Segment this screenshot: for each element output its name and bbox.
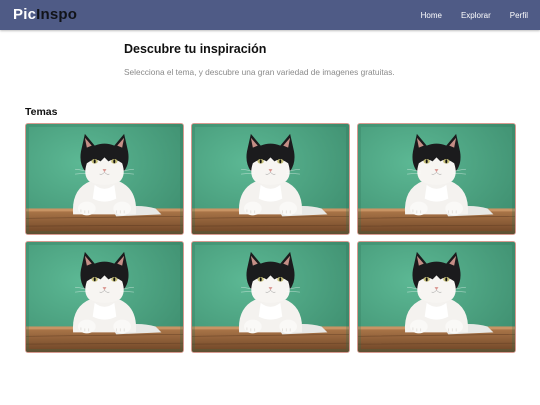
topic-card[interactable] [357, 241, 516, 353]
topic-card[interactable] [25, 241, 184, 353]
topic-card[interactable] [25, 123, 184, 235]
cat-photo [358, 124, 515, 234]
cat-photo [192, 242, 349, 352]
nav-links: Home Explorar Perfil [402, 0, 528, 30]
cat-photo [192, 124, 349, 234]
nav-explorar-link[interactable]: Explorar [461, 11, 491, 20]
top-navbar: PicInspo Home Explorar Perfil [0, 0, 540, 30]
logo[interactable]: PicInspo [13, 5, 77, 25]
logo-text-inspo: Inspo [36, 6, 77, 23]
nav-home-link[interactable]: Home [421, 11, 442, 20]
cat-photo [26, 124, 183, 234]
page-subtitle: Selecciona el tema, y descubre una gran … [124, 67, 395, 77]
topic-grid [25, 123, 515, 353]
cat-photo [26, 242, 183, 352]
topic-card[interactable] [191, 123, 350, 235]
topic-card[interactable] [357, 123, 516, 235]
section-title-temas: Temas [25, 106, 58, 118]
page-title: Descubre tu inspiración [124, 42, 266, 56]
cat-photo [358, 242, 515, 352]
logo-text-pic: Pic [13, 6, 36, 23]
topic-card[interactable] [191, 241, 350, 353]
nav-perfil-link[interactable]: Perfil [510, 11, 528, 20]
